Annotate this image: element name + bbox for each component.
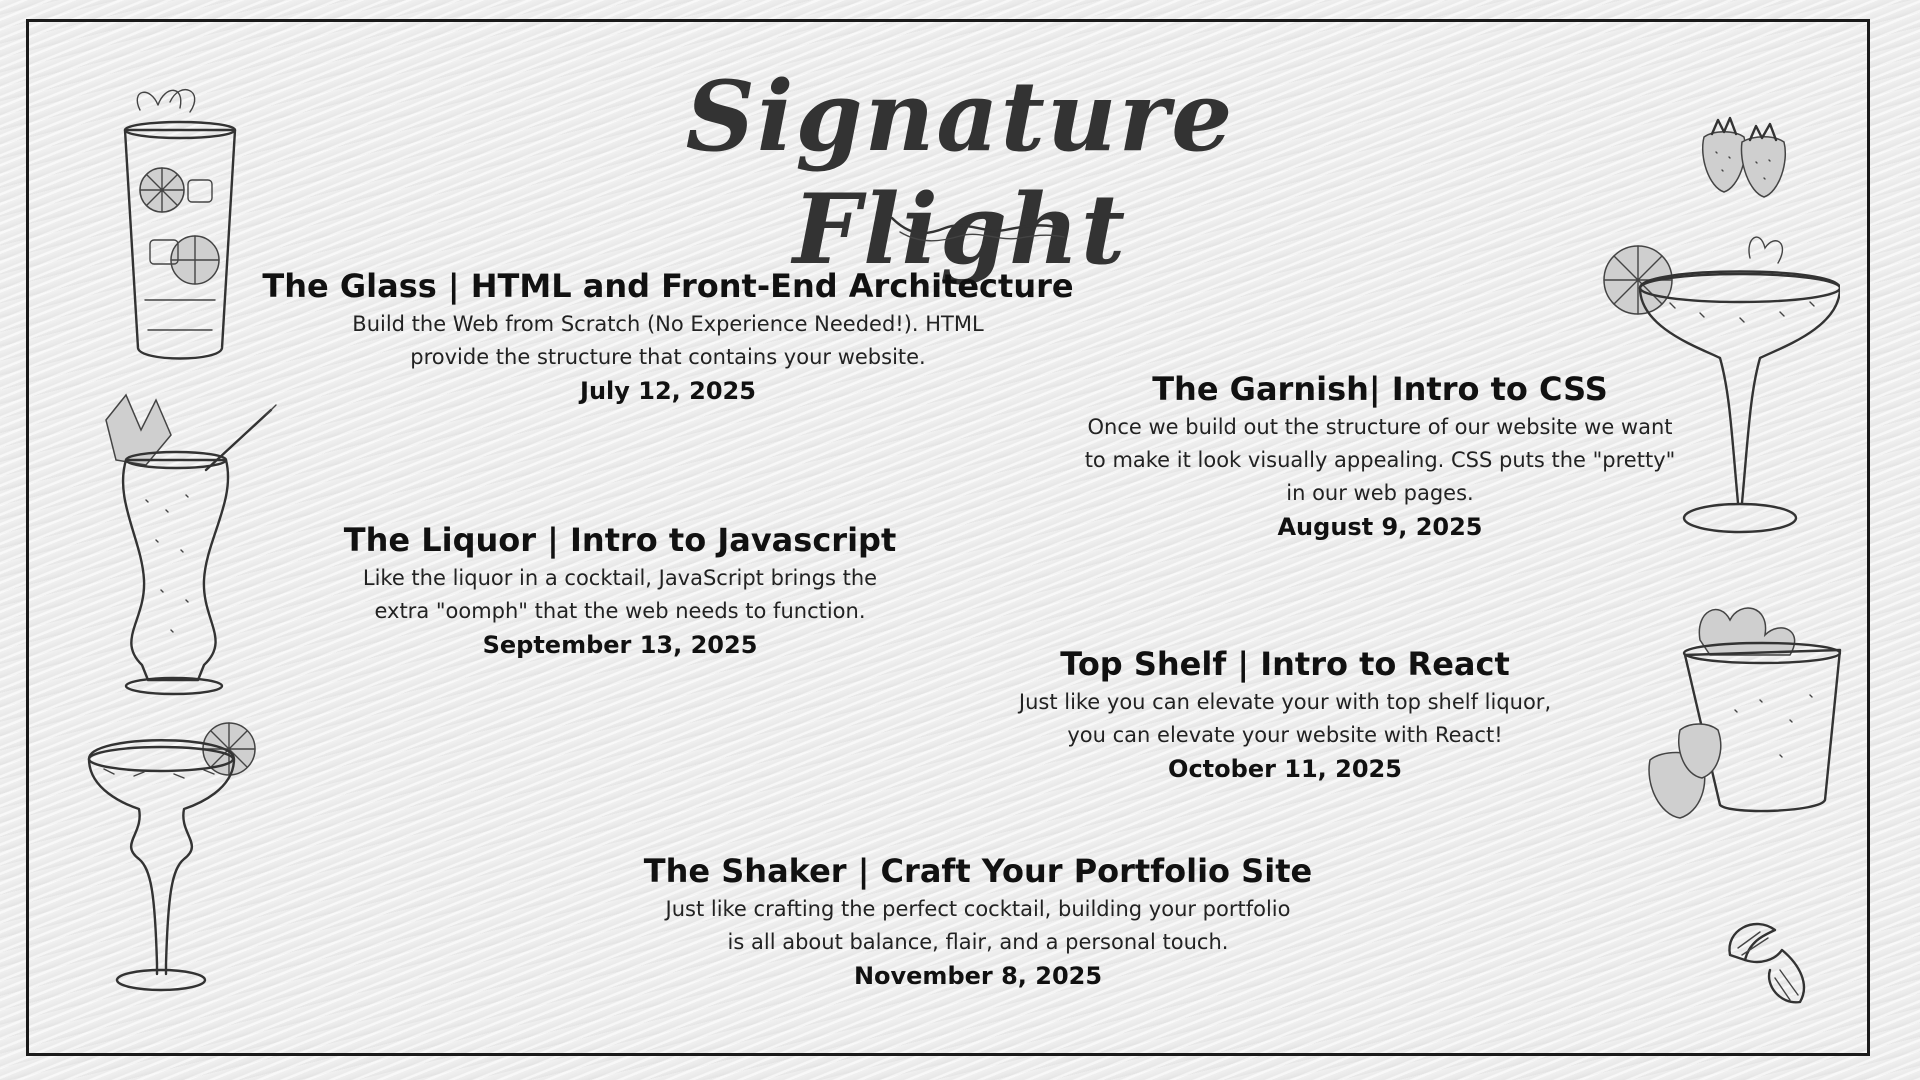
section-description-line: Like the liquor in a cocktail, JavaScrip… (362, 566, 878, 590)
section-heading: The Shaker | Craft Your Portfolio Site (643, 852, 1313, 890)
section-description-line: is all about balance, flair, and a perso… (727, 930, 1229, 954)
section-date: July 12, 2025 (580, 377, 756, 405)
section-description-line: extra "oomph" that the web needs to func… (374, 599, 866, 623)
section-heading: The Liquor | Intro to Javascript (343, 521, 897, 559)
section-the-shaker: The Shaker | Craft Your Portfolio Site J… (558, 851, 1398, 993)
title-squiggle-divider (890, 216, 1068, 242)
margarita-glass-icon (84, 714, 264, 1004)
section-date: November 8, 2025 (853, 962, 1103, 990)
section-top-shelf: Top Shelf | Intro to React Just like you… (940, 644, 1630, 786)
orange-peel-icon (1720, 910, 1820, 1010)
section-description-line: Just like you can elevate your with top … (1018, 690, 1552, 714)
hurricane-glass-icon (86, 390, 286, 700)
section-description-line: Just like crafting the perfect cocktail,… (665, 897, 1291, 921)
section-description-line: you can elevate your website with React! (1067, 723, 1503, 747)
page-title: Signature Flight (685, 60, 1235, 286)
berry-cup-icon (1640, 590, 1850, 830)
strawberries-icon (1694, 112, 1794, 202)
section-date: September 13, 2025 (482, 631, 758, 659)
margarita-with-orange-icon (1600, 228, 1840, 548)
section-the-glass: The Glass | HTML and Front-End Architect… (240, 266, 1096, 408)
section-heading: The Glass | HTML and Front-End Architect… (262, 267, 1074, 305)
highball-glass-icon (110, 80, 250, 370)
section-description-line: provide the structure that contains your… (410, 345, 926, 369)
section-date: October 11, 2025 (1168, 755, 1402, 783)
section-the-liquor: The Liquor | Intro to Javascript Like th… (300, 520, 940, 662)
section-heading: Top Shelf | Intro to React (1060, 645, 1510, 683)
section-description-line: Build the Web from Scratch (No Experienc… (352, 312, 984, 336)
